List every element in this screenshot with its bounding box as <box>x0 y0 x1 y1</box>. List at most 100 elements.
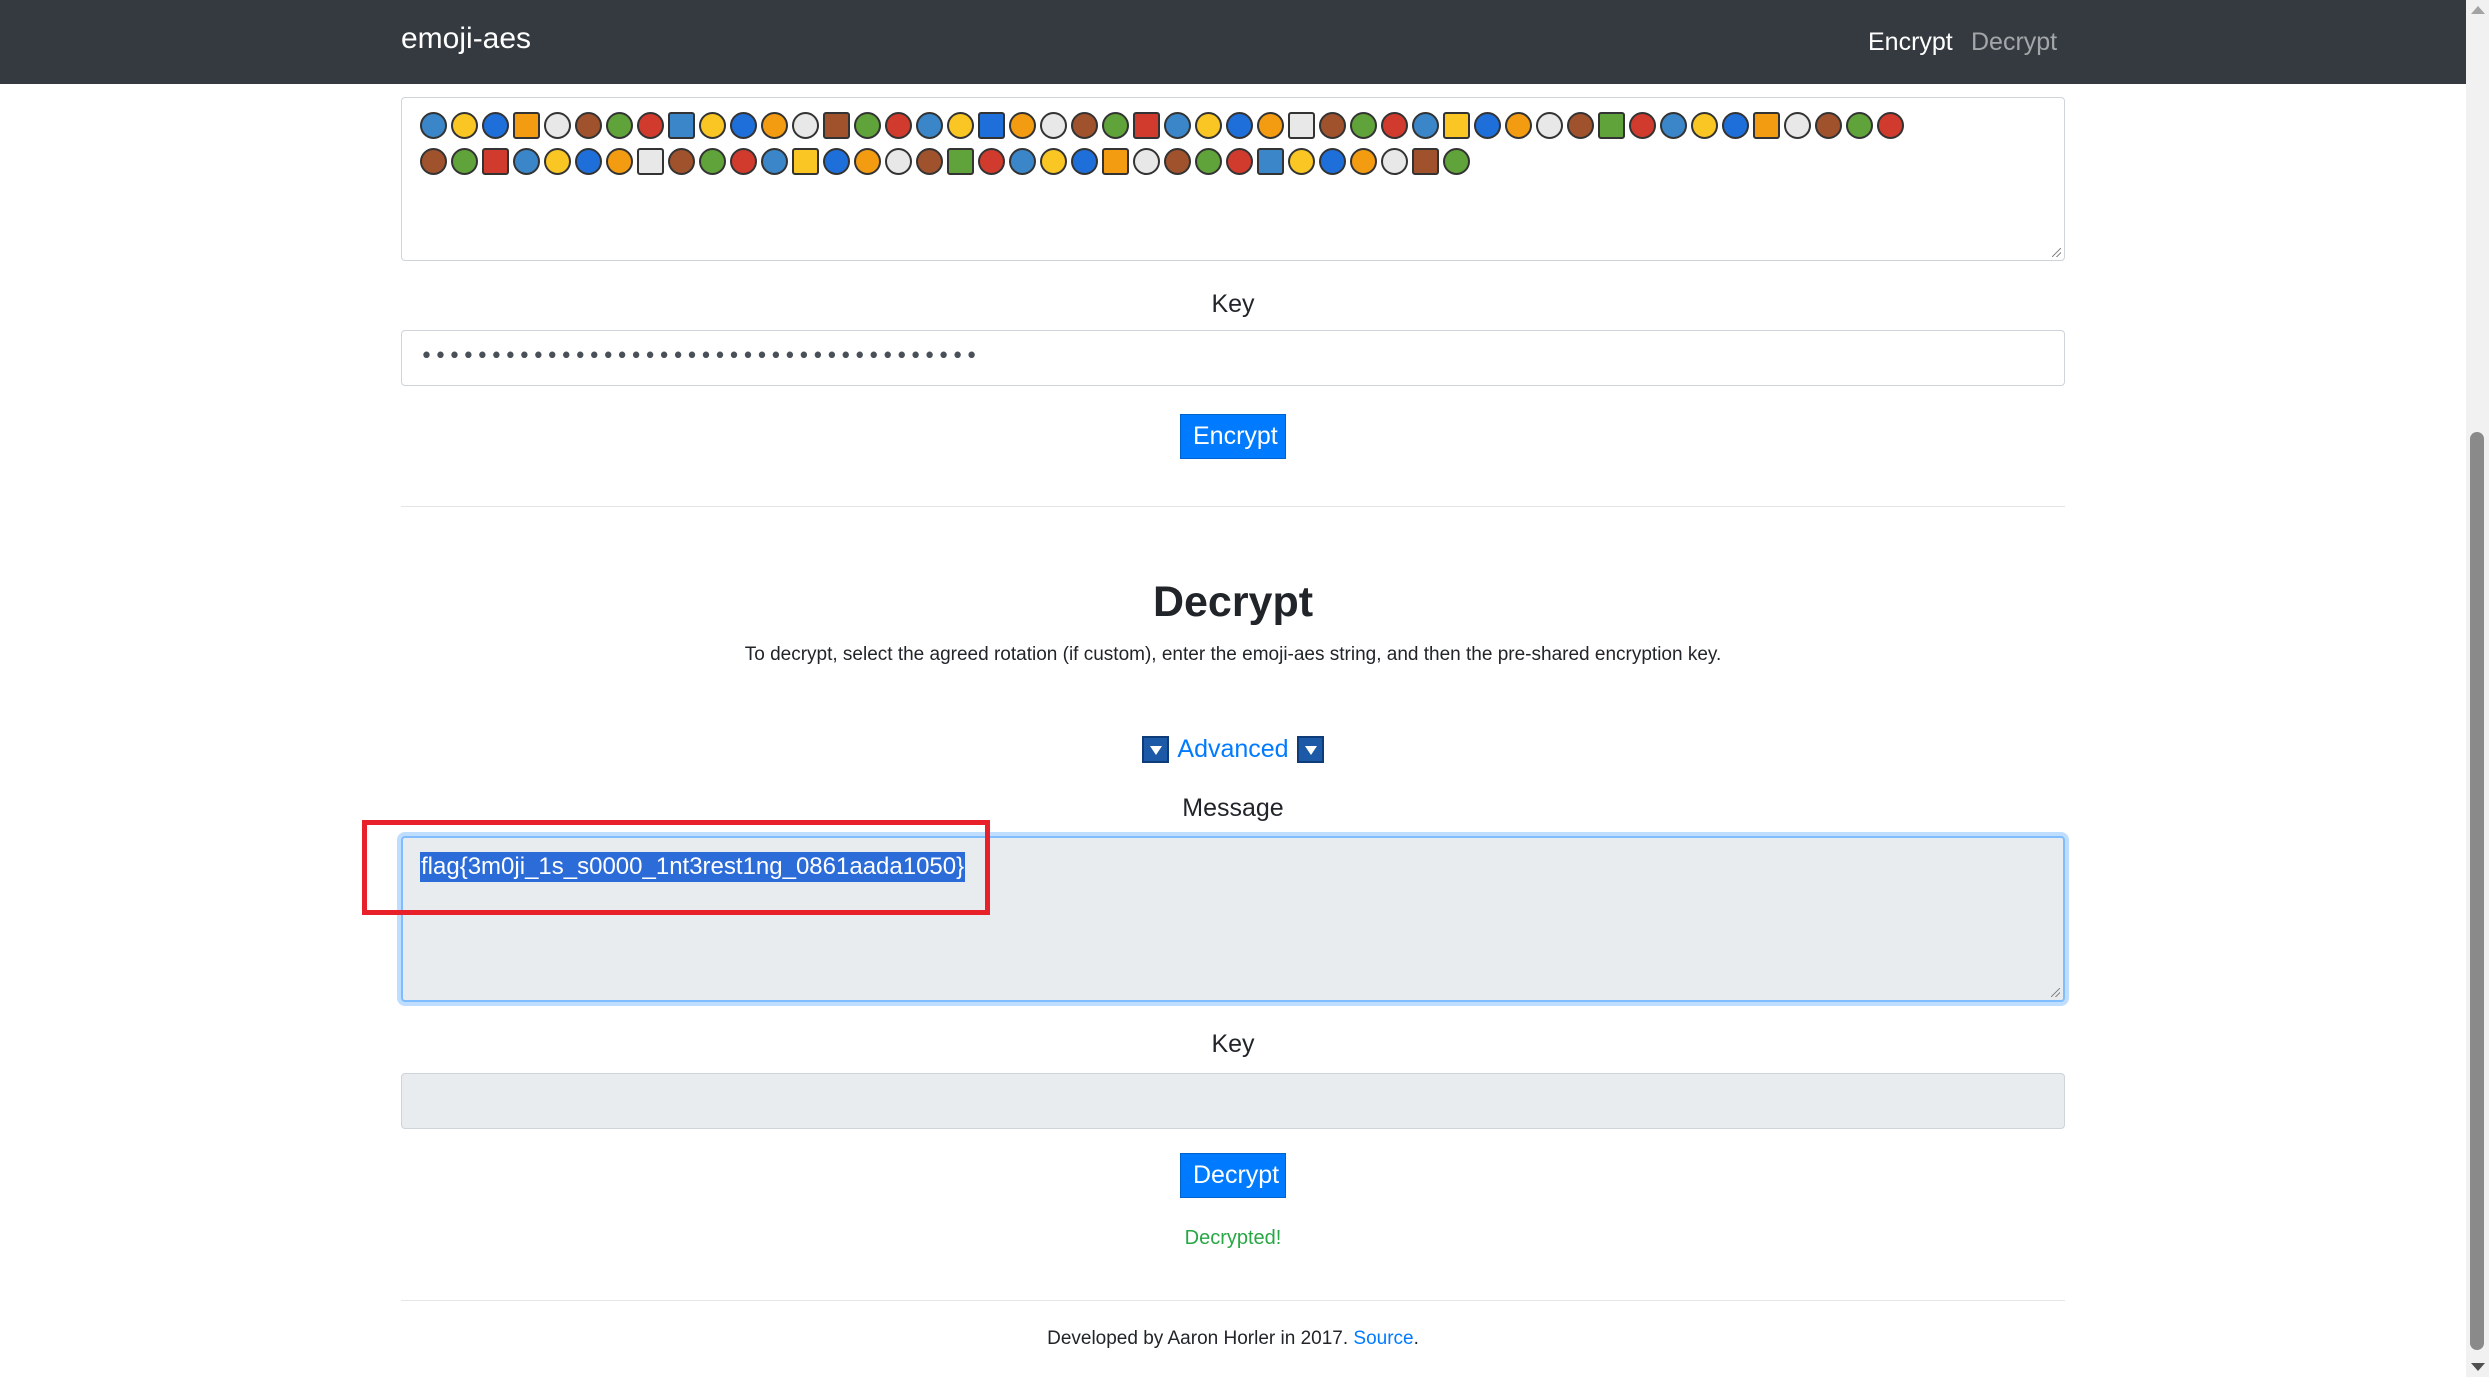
emoji-glyph-icon <box>1381 148 1408 175</box>
emoji-glyph-icon <box>420 112 447 139</box>
scrollbar-thumb[interactable] <box>2470 432 2484 1350</box>
emoji-glyph-icon <box>978 148 1005 175</box>
emoji-glyph-icon <box>575 148 602 175</box>
emoji-glyph-icon <box>1288 148 1315 175</box>
decrypt-description: To decrypt, select the agreed rotation (… <box>744 644 1722 665</box>
vertical-scrollbar[interactable] <box>2466 0 2489 1377</box>
emoji-glyph-icon <box>606 148 633 175</box>
emoji-glyph-icon <box>420 148 447 175</box>
emoji-glyph-icon <box>978 112 1005 139</box>
emoji-glyph-icon <box>1102 112 1129 139</box>
emoji-glyph-icon <box>1753 112 1780 139</box>
emoji-glyph-icon <box>1536 112 1563 139</box>
top-navbar: emoji-aes Encrypt Decrypt <box>0 0 2466 84</box>
encrypt-key-input[interactable]: •••••••••••••••••••••••••••••••••••••••• <box>401 330 2065 386</box>
emoji-glyph-icon <box>1598 112 1625 139</box>
emoji-glyph-icon <box>854 112 881 139</box>
emoji-glyph-icon <box>1164 148 1191 175</box>
emoji-glyph-icon <box>1071 112 1098 139</box>
encrypt-button[interactable]: Encrypt <box>1180 414 1286 459</box>
emoji-glyph-icon <box>1195 148 1222 175</box>
chevron-down-icon[interactable] <box>1142 736 1170 763</box>
decrypt-button[interactable]: Decrypt <box>1180 1153 1286 1198</box>
emoji-glyph-icon <box>1164 112 1191 139</box>
advanced-toggle[interactable]: Advanced <box>401 735 2065 765</box>
message-label: Message <box>1182 794 1284 822</box>
emoji-glyph-icon <box>1226 112 1253 139</box>
emoji-glyph-icon <box>1381 112 1408 139</box>
emoji-glyph-icon <box>1350 148 1377 175</box>
emoji-glyph-icon <box>1567 112 1594 139</box>
chevron-down-icon[interactable] <box>1296 736 1324 763</box>
emoji-glyph-icon <box>1443 112 1470 139</box>
decrypt-status: Decrypted! <box>1184 1227 1282 1249</box>
footer-text: Developed by Aaron Horler in 2017. <box>1047 1328 1349 1349</box>
scroll-up-arrow-icon[interactable] <box>2471 6 2485 14</box>
emoji-glyph-icon <box>1195 112 1222 139</box>
emoji-glyph-icon <box>1102 148 1129 175</box>
emoji-glyph-icon <box>1040 112 1067 139</box>
emoji-glyph-icon <box>761 112 788 139</box>
section-divider <box>401 506 2065 507</box>
emoji-glyph-icon <box>513 148 540 175</box>
emoji-glyph-icon <box>699 148 726 175</box>
emoji-glyph-icon <box>1877 112 1904 139</box>
decrypt-title: Decrypt <box>1152 578 1314 626</box>
emoji-string-line <box>420 148 2046 184</box>
emoji-glyph-icon <box>916 148 943 175</box>
footer-trailing: . <box>1413 1328 1419 1349</box>
emoji-glyph-icon <box>1226 148 1253 175</box>
emoji-glyph-icon <box>730 148 757 175</box>
emoji-glyph-icon <box>1691 112 1718 139</box>
source-link[interactable]: Source <box>1353 1328 1413 1349</box>
emoji-string-line <box>420 112 2046 148</box>
emoji-glyph-icon <box>1257 148 1284 175</box>
scroll-down-arrow-icon[interactable] <box>2471 1363 2485 1371</box>
emoji-glyph-icon <box>482 112 509 139</box>
footer-divider <box>401 1300 2065 1301</box>
emoji-glyph-icon <box>1288 112 1315 139</box>
emoji-glyph-icon <box>854 148 881 175</box>
decrypt-key-label: Key <box>1211 1030 1255 1058</box>
footer: Developed by Aaron Horler in 2017. Sourc… <box>401 1328 2065 1350</box>
nav-decrypt-link[interactable]: Decrypt <box>1971 28 2057 57</box>
emoji-glyph-icon <box>451 148 478 175</box>
emoji-glyph-icon <box>1412 112 1439 139</box>
emoji-glyph-icon <box>699 112 726 139</box>
emoji-glyph-icon <box>1846 112 1873 139</box>
emoji-glyph-icon <box>451 112 478 139</box>
emoji-glyph-icon <box>1009 148 1036 175</box>
emoji-glyph-icon <box>1784 112 1811 139</box>
emoji-glyph-icon <box>823 112 850 139</box>
decrypt-key-input[interactable] <box>401 1073 2065 1129</box>
emoji-glyph-icon <box>1412 148 1439 175</box>
emoji-glyph-icon <box>916 112 943 139</box>
encrypt-output-textarea[interactable] <box>401 97 2065 261</box>
emoji-glyph-icon <box>637 112 664 139</box>
emoji-glyph-icon <box>1319 112 1346 139</box>
emoji-glyph-icon <box>513 112 540 139</box>
resize-handle-icon[interactable] <box>2051 988 2060 997</box>
emoji-glyph-icon <box>668 112 695 139</box>
emoji-glyph-icon <box>1040 148 1067 175</box>
emoji-glyph-icon <box>1722 112 1749 139</box>
emoji-glyph-icon <box>1071 148 1098 175</box>
nav-encrypt-link[interactable]: Encrypt <box>1868 28 1953 57</box>
emoji-glyph-icon <box>1133 148 1160 175</box>
emoji-glyph-icon <box>544 112 571 139</box>
emoji-glyph-icon <box>1009 112 1036 139</box>
advanced-link[interactable]: Advanced <box>1177 735 1288 764</box>
emoji-glyph-icon <box>947 148 974 175</box>
emoji-glyph-icon <box>1257 112 1284 139</box>
resize-handle-icon[interactable] <box>2052 248 2061 257</box>
emoji-glyph-icon <box>947 112 974 139</box>
emoji-glyph-icon <box>668 148 695 175</box>
emoji-glyph-icon <box>823 148 850 175</box>
brand-logo[interactable]: emoji-aes <box>401 22 531 56</box>
emoji-glyph-icon <box>1629 112 1656 139</box>
emoji-glyph-icon <box>1505 112 1532 139</box>
emoji-glyph-icon <box>761 148 788 175</box>
emoji-glyph-icon <box>544 148 571 175</box>
encrypt-key-label: Key <box>1211 290 1255 318</box>
emoji-glyph-icon <box>606 112 633 139</box>
